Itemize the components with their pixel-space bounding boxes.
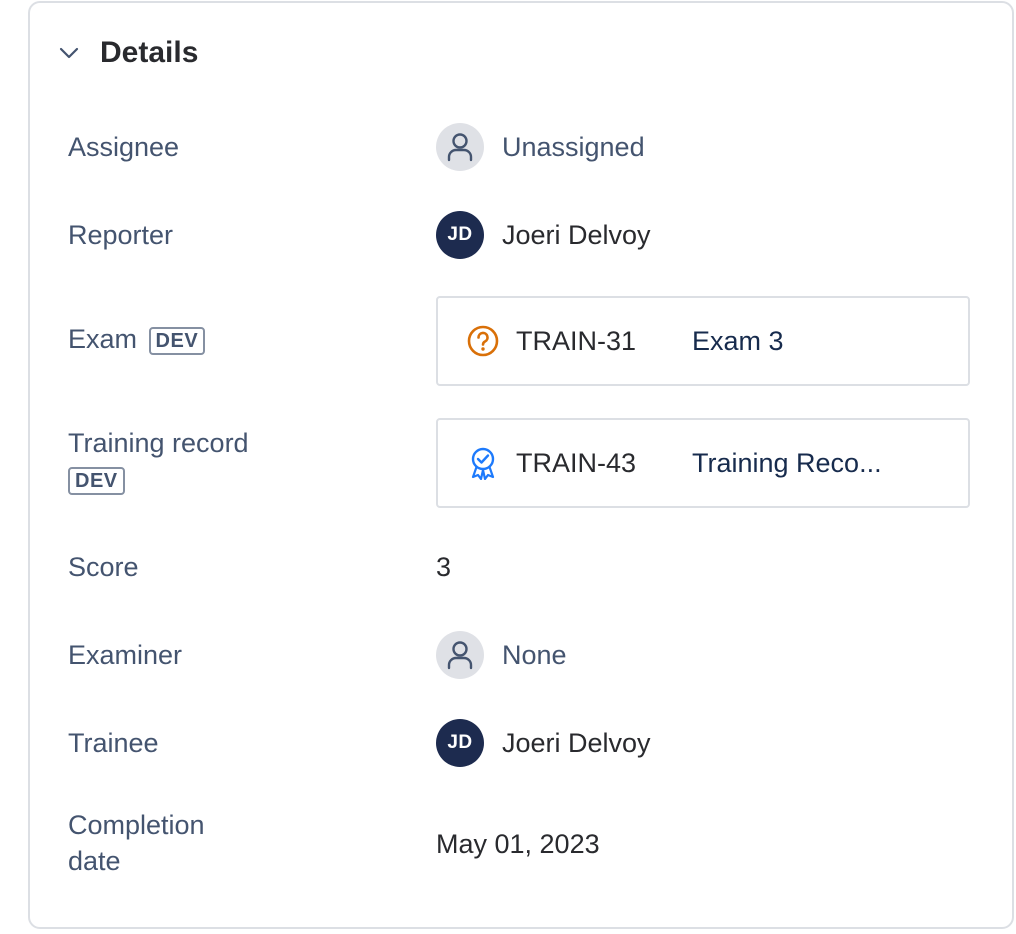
person-icon — [436, 631, 484, 679]
section-title: Details — [100, 36, 199, 69]
training-record-issue-summary: Training Reco... — [692, 447, 882, 478]
completion-date-label-line2: date — [68, 846, 121, 876]
training-record-linked-issue[interactable]: TRAIN-43 Training Reco... — [436, 418, 970, 508]
score-field[interactable]: 3 — [436, 549, 451, 585]
dev-badge: DEV — [68, 466, 125, 495]
dev-badge: DEV — [148, 326, 206, 355]
examiner-field[interactable]: None — [436, 631, 567, 679]
assignee-field[interactable]: Unassigned — [436, 123, 645, 171]
exam-issue-summary: Exam 3 — [692, 325, 784, 356]
trainee-field[interactable]: JD Joeri Delvoy — [436, 719, 651, 767]
trainee-label: Trainee — [68, 728, 159, 758]
training-record-label: Training record DEV — [68, 425, 249, 497]
assignee-value: Unassigned — [502, 131, 645, 162]
exam-issue-key: TRAIN-31 — [516, 325, 637, 356]
details-section-toggle[interactable]: Details — [58, 31, 198, 75]
assignee-label: Assignee — [68, 132, 180, 162]
completion-date-label-line1: Completion — [68, 810, 205, 840]
score-label: Score — [68, 552, 139, 582]
completion-date-value: May 01, 2023 — [436, 828, 600, 859]
completion-date-label: Completion date — [68, 807, 205, 879]
score-value: 3 — [436, 551, 452, 582]
training-record-label-text: Training record — [68, 428, 249, 458]
exam-label-text: Exam — [68, 324, 138, 354]
award-badge-icon — [466, 446, 500, 480]
reporter-value: Joeri Delvoy — [502, 219, 651, 250]
chevron-down-icon — [58, 42, 80, 64]
reporter-label: Reporter — [68, 220, 174, 250]
reporter-field[interactable]: JD Joeri Delvoy — [436, 211, 651, 259]
training-record-issue-key: TRAIN-43 — [516, 447, 637, 478]
examiner-value: None — [502, 639, 567, 670]
exam-linked-issue[interactable]: TRAIN-31 Exam 3 — [436, 296, 970, 386]
completion-date-field[interactable]: May 01, 2023 — [436, 826, 600, 862]
question-circle-icon — [466, 324, 500, 358]
details-panel: Details Assignee Unassigned Reporter JD … — [28, 1, 1014, 929]
exam-label: Exam DEV — [68, 321, 206, 357]
avatar: JD — [436, 719, 484, 767]
examiner-label: Examiner — [68, 640, 183, 670]
avatar: JD — [436, 211, 484, 259]
person-icon — [436, 123, 484, 171]
trainee-value: Joeri Delvoy — [502, 727, 651, 758]
